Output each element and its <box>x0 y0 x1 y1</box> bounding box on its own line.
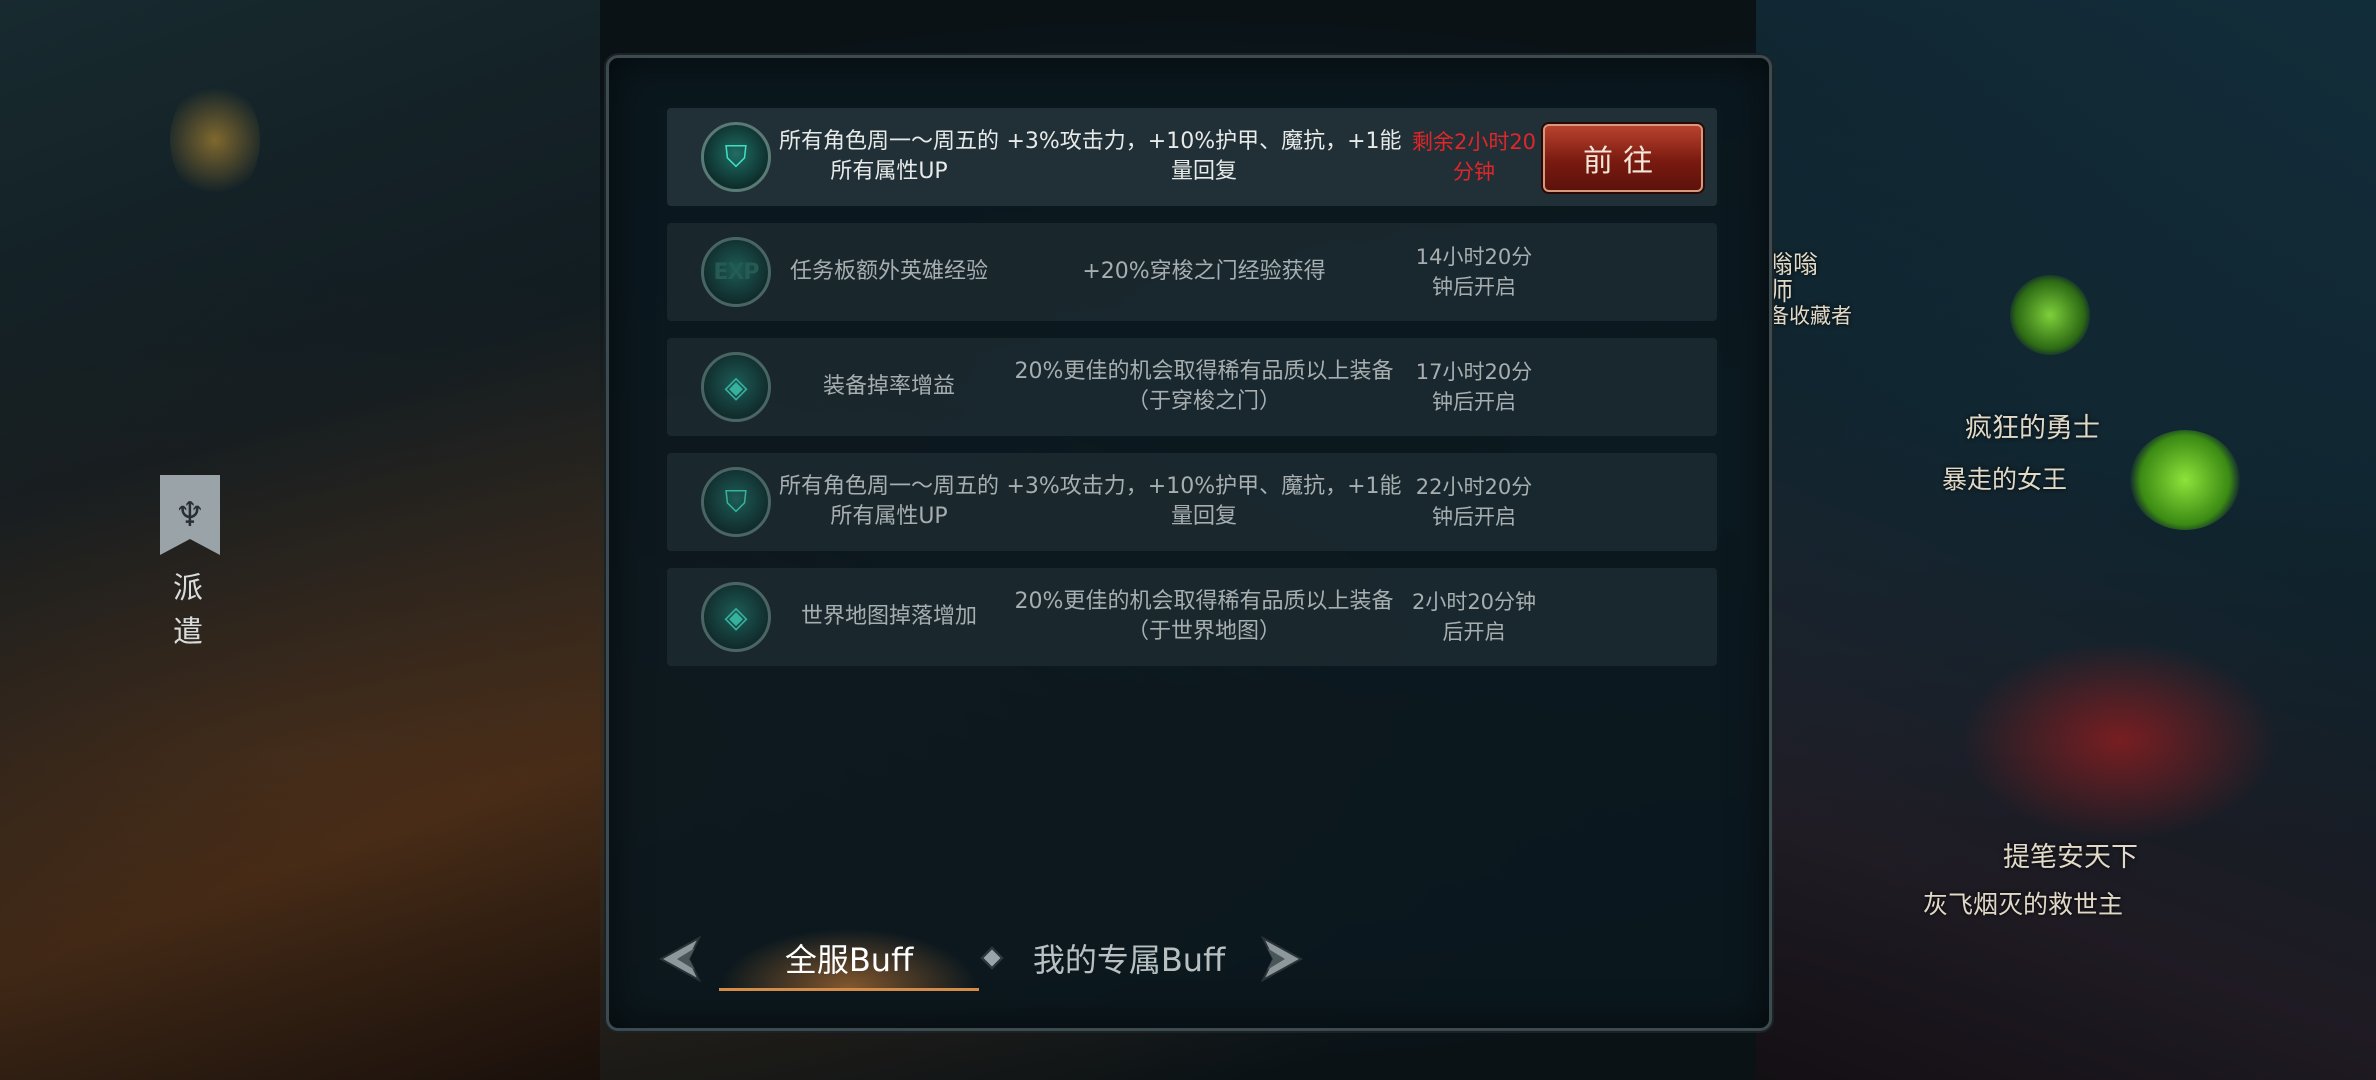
buff-row-2: ◈ 装备掉率增益 20%更佳的机会取得稀有品质以上装备（于穿梭之门） 17小时2… <box>667 338 1717 436</box>
green-orb-decor-2 <box>2010 275 2090 355</box>
buff-row-0: ⛉ 所有角色周一～周五的所有属性UP +3%攻击力，+10%护甲、魔抗，+1能量… <box>667 108 1717 206</box>
buff-time: 17小时20分钟后开启 <box>1415 360 1533 414</box>
lantern-decor <box>170 80 260 200</box>
demon-crest-icon: ♆ <box>160 475 220 555</box>
buff-tabbar: 全服Buff 我的专属Buff <box>659 918 1303 998</box>
exp-icon: EXP <box>701 237 771 307</box>
buff-row-1: EXP 任务板额外英雄经验 +20%穿梭之门经验获得 14小时20分钟后开启 <box>667 223 1717 321</box>
right-label-4: 暴走的女王 <box>1942 465 2068 494</box>
buff-name: 世界地图掉落增加 <box>800 604 977 629</box>
buff-list: ⛉ 所有角色周一～周五的所有属性UP +3%攻击力，+10%护甲、魔抗，+1能量… <box>667 108 1717 683</box>
buff-desc: 20%更佳的机会取得稀有品质以上装备（于世界地图） <box>1014 589 1394 644</box>
shield-icon: ⛉ <box>701 122 771 192</box>
buff-panel: ⛉ 所有角色周一～周五的所有属性UP +3%攻击力，+10%护甲、魔抗，+1能量… <box>606 55 1772 1031</box>
shield-icon: ⛉ <box>701 467 771 537</box>
gem-icon: ◈ <box>701 352 771 422</box>
buff-name: 所有角色周一～周五的所有属性UP <box>779 474 1000 529</box>
dispatch-label: 派 遣 <box>173 571 207 650</box>
tab-my-buff[interactable]: 我的专属Buff <box>1009 928 1249 988</box>
buff-name: 任务板额外英雄经验 <box>789 259 988 284</box>
buff-time: 14小时20分钟后开启 <box>1415 245 1533 299</box>
arrow-ornament-right-icon <box>1260 935 1303 983</box>
background-left-scene <box>0 0 600 1080</box>
buff-time: 2小时20分钟后开启 <box>1411 590 1537 644</box>
tab-separator-icon <box>980 946 1004 970</box>
buff-desc: 20%更佳的机会取得稀有品质以上装备（于穿梭之门） <box>1014 359 1394 414</box>
right-label-3: 疯狂的勇士 <box>1965 413 2100 444</box>
buff-desc: +3%攻击力，+10%护甲、魔抗，+1能量回复 <box>1006 129 1402 184</box>
dispatch-tab[interactable]: ♆ 派 遣 <box>150 475 230 651</box>
tab-server-buff[interactable]: 全服Buff <box>719 928 979 991</box>
buff-time: 22小时20分钟后开启 <box>1415 475 1533 529</box>
buff-row-4: ◈ 世界地图掉落增加 20%更佳的机会取得稀有品质以上装备（于世界地图） 2小时… <box>667 568 1717 666</box>
goto-button[interactable]: 前往 <box>1543 124 1703 192</box>
buff-desc: +3%攻击力，+10%护甲、魔抗，+1能量回复 <box>1006 474 1402 529</box>
right-label-2: 备收藏者 <box>1768 304 1852 328</box>
gem-icon: ◈ <box>701 582 771 652</box>
buff-desc: +20%穿梭之门经验获得 <box>1082 259 1326 284</box>
right-label-5: 提笔安天下 <box>2003 842 2138 873</box>
buff-row-3: ⛉ 所有角色周一～周五的所有属性UP +3%攻击力，+10%护甲、魔抗，+1能量… <box>667 453 1717 551</box>
buff-time: 剩余2小时20分钟 <box>1411 130 1537 184</box>
arrow-ornament-left-icon <box>659 935 702 983</box>
right-label-6: 灰飞烟灭的救世主 <box>1923 890 2124 919</box>
green-orb-decor <box>2130 430 2240 530</box>
buff-name: 所有角色周一～周五的所有属性UP <box>779 129 1000 184</box>
red-creature-decor <box>1960 640 2280 840</box>
buff-name: 装备掉率增益 <box>822 374 955 399</box>
